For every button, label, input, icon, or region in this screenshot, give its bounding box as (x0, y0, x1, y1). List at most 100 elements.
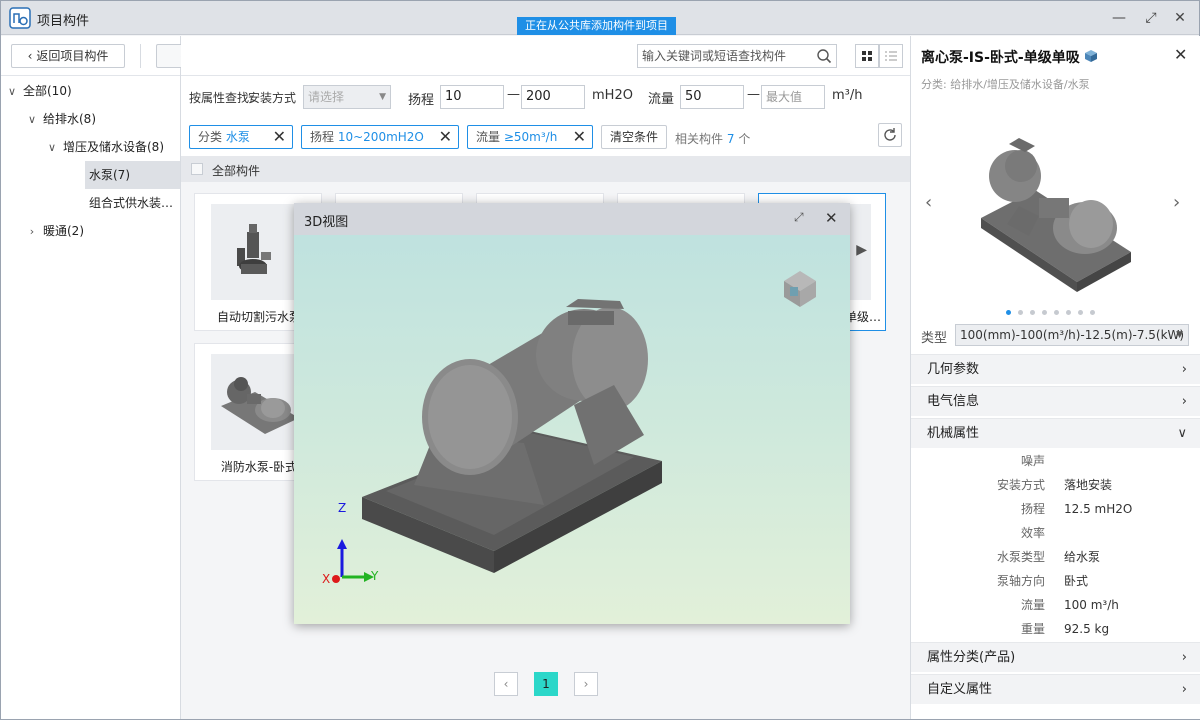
back-button-label: 返回项目构件 (36, 49, 109, 63)
carousel-dot[interactable] (1018, 310, 1023, 315)
next-image-icon[interactable]: › (1173, 192, 1180, 213)
search-toolbar: 输入关键词或短语查找构件 (181, 36, 910, 76)
back-button[interactable]: ‹ 返回项目构件 (11, 44, 125, 68)
component-category: 分类: 给排水/增压及储水设备/水泵 (921, 78, 1090, 91)
clear-filters-button[interactable]: 清空条件 (601, 125, 667, 149)
all-components-label: 全部构件 (212, 164, 261, 178)
prop-value: 12.5 mH2O (1064, 502, 1133, 516)
carousel-dot[interactable] (1078, 310, 1083, 315)
tree-item-pressure[interactable]: ∨ 增压及储水设备(8) (1, 133, 180, 161)
prop-value: 100 m³/h (1064, 598, 1119, 612)
prop-row: 安装方式 落地安装 (911, 473, 1200, 497)
chevron-right-icon[interactable]: ▶ (856, 242, 867, 258)
carousel-dot[interactable] (1054, 310, 1059, 315)
filter-tag-category[interactable]: 分类 水泵 ✕ (189, 125, 293, 149)
list-view-button[interactable] (879, 44, 903, 68)
prop-value: 92.5 kg (1064, 622, 1110, 636)
dropdown-caret-icon: ▼ (1176, 330, 1183, 340)
chevron-down-icon[interactable]: ∨ (45, 134, 59, 162)
section-electrical[interactable]: 电气信息 › (911, 386, 1200, 416)
close-icon[interactable]: ✕ (273, 126, 286, 148)
carousel-dot[interactable] (1030, 310, 1035, 315)
minimize-button[interactable]: — (1110, 9, 1128, 27)
pump-product-image (981, 138, 1131, 292)
prev-image-icon[interactable]: ‹ (925, 192, 932, 213)
search-placeholder: 输入关键词或短语查找构件 (642, 49, 787, 63)
section-label: 机械属性 (927, 426, 980, 441)
maximize-button[interactable]: ⤢ (1142, 9, 1160, 27)
tree-item-label: 给排水(8) (43, 112, 96, 126)
section-product-attributes[interactable]: 属性分类(产品) › (911, 642, 1200, 672)
close-icon[interactable]: ✕ (825, 209, 838, 227)
carousel-dot[interactable] (1042, 310, 1047, 315)
close-icon[interactable]: ✕ (573, 126, 586, 148)
axis-x-label: X (322, 572, 331, 586)
close-icon[interactable]: ✕ (1174, 45, 1187, 64)
section-mechanical[interactable]: 机械属性 ∨ (911, 418, 1200, 448)
axis-y-label: Y (371, 569, 379, 583)
head-min-input[interactable]: 10 (440, 85, 504, 109)
chevron-down-icon: ∨ (1177, 426, 1187, 441)
refresh-button[interactable] (878, 123, 902, 147)
range-dash: — (507, 87, 520, 102)
head-label: 扬程 (408, 93, 435, 108)
flow-min-input[interactable]: 50 (680, 85, 744, 109)
next-page-button[interactable]: › (574, 672, 598, 696)
expand-icon[interactable]: ⤢ (794, 210, 804, 225)
tag-value: 水泵 (225, 130, 250, 144)
window-title: 项目构件 (37, 14, 90, 29)
chevron-down-icon[interactable]: ∨ (25, 106, 39, 134)
tree-item-label: 增压及储水设备(8) (63, 140, 164, 154)
select-all-checkbox[interactable] (191, 163, 203, 175)
pump-3d-model (332, 271, 816, 583)
component-thumbnail (211, 354, 307, 450)
close-icon[interactable]: ✕ (439, 126, 452, 148)
section-geometry[interactable]: 几何参数 › (911, 354, 1200, 384)
search-icon[interactable] (816, 48, 832, 64)
prop-row: 效率 (911, 521, 1200, 545)
tree-item-all[interactable]: ∨ 全部(10) (1, 77, 180, 105)
filter-tag-flow[interactable]: 流量 ≥50m³/h ✕ (467, 125, 593, 149)
prop-key: 效率 (1020, 526, 1045, 540)
chevron-down-icon[interactable]: ∨ (5, 78, 19, 106)
prop-key: 重量 (1020, 622, 1045, 636)
tree-item-water[interactable]: ∨ 给排水(8) (1, 105, 180, 133)
prop-row: 泵轴方向 卧式 (911, 569, 1200, 593)
left-toolbar: ‹返回项目构件 批量添加 (1, 36, 253, 76)
filter-tag-head[interactable]: 扬程 10~200mH2O ✕ (301, 125, 459, 149)
grid-view-button[interactable] (855, 44, 879, 68)
chevron-right-icon[interactable]: › (25, 218, 39, 246)
head-max-input[interactable]: 200 (521, 85, 585, 109)
prop-row: 重量 92.5 kg (911, 617, 1200, 641)
chevron-right-icon: › (1181, 682, 1187, 697)
page-1-button[interactable]: 1 (534, 672, 558, 696)
carousel-dot[interactable] (1066, 310, 1071, 315)
chevron-right-icon: › (1181, 362, 1187, 377)
cube-download-icon[interactable] (1083, 48, 1099, 64)
flow-max-input[interactable]: 最大值 (761, 85, 825, 109)
type-select[interactable]: 100(mm)-100(m³/h)-12.5(m)-7.5(kW) ▼ (955, 324, 1189, 346)
tree-item-label: 组合式供水装… (89, 196, 174, 210)
section-custom-attributes[interactable]: 自定义属性 › (911, 674, 1200, 704)
dialog-title: 3D视图 (304, 215, 349, 230)
section-label: 属性分类(产品) (927, 650, 1016, 665)
sewage-pump-image (237, 224, 271, 274)
carousel-dot[interactable] (1006, 310, 1011, 315)
prop-value: 给水泵 (1064, 550, 1101, 564)
carousel-dot[interactable] (1090, 310, 1095, 315)
install-select[interactable]: 请选择 ▼ (303, 85, 391, 109)
prev-page-button[interactable]: ‹ (494, 672, 518, 696)
3d-viewport[interactable]: Z X Y (294, 235, 850, 624)
tree-item-combined[interactable]: 组合式供水装… (85, 189, 180, 217)
tree-item-hvac[interactable]: › 暖通(2) (1, 217, 180, 245)
close-window-button[interactable]: ✕ (1171, 9, 1189, 27)
view-cube-icon[interactable] (784, 271, 816, 307)
all-components-bar: 全部构件 (181, 156, 910, 182)
image-carousel-dots (1006, 304, 1102, 315)
prop-value: 落地安装 (1064, 478, 1113, 492)
category-tree-panel: ‹返回项目构件 批量添加 ∨ 全部(10) ∨ 给排水(8) ∨ 增压及储水设备(8)… (1, 36, 253, 719)
search-input[interactable]: 输入关键词或短语查找构件 (637, 44, 837, 68)
tree-item-pump[interactable]: 水泵(7) (85, 161, 180, 189)
related-label: 相关构件 (675, 132, 724, 146)
type-select-value: 100(mm)-100(m³/h)-12.5(m)-7.5(kW) (960, 328, 1185, 342)
